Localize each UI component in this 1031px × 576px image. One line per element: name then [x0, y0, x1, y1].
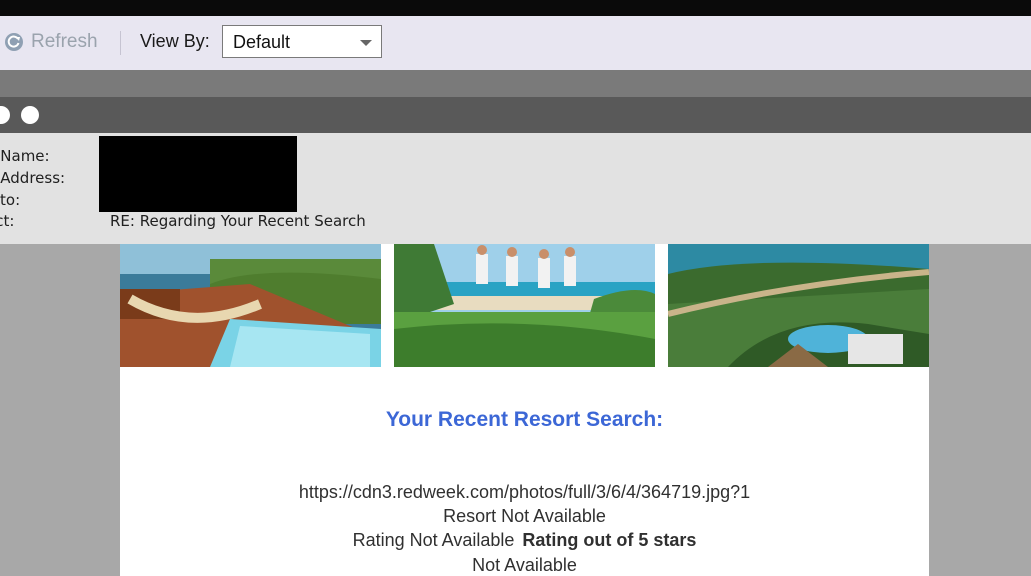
image-url-text: https://cdn3.redweek.com/photos/full/3/6…: [298, 482, 751, 502]
redaction-box: [99, 136, 297, 212]
refresh-icon: [5, 33, 23, 51]
chevron-down-icon: [360, 40, 372, 46]
window-dot-icon[interactable]: [21, 106, 39, 124]
message-titlebar: [0, 97, 1031, 133]
from-address-label: n Address:: [0, 169, 66, 187]
subject-label: ect:: [0, 212, 15, 230]
resort-text: Resort Not Available: [443, 506, 606, 526]
gray-band: [0, 70, 1031, 97]
subject-value: RE: Regarding Your Recent Search: [110, 212, 366, 230]
refresh-label: Refresh: [31, 31, 98, 52]
refresh-button[interactable]: Refresh: [4, 31, 98, 53]
search-heading: Your Recent Resort Search:: [385, 408, 664, 431]
from-name-label: n Name:: [0, 147, 50, 165]
rating-bold-text: Rating out of 5 stars: [522, 530, 697, 550]
view-by-label: View By:: [140, 31, 210, 51]
reply-to-label: y-to:: [0, 191, 21, 209]
view-by-value: Default: [233, 32, 291, 52]
email-body: Your Recent Resort Search: https://cdn3.…: [120, 244, 929, 576]
rating-line: Rating Not Available Rating out of 5 star…: [120, 530, 929, 551]
rating-text: Rating Not Available: [352, 530, 515, 550]
toolbar-divider: [120, 31, 121, 55]
resort-photo-beach: [394, 244, 655, 367]
resort-photo-balcony: [120, 244, 381, 367]
resort-photo-aerial: [668, 244, 929, 367]
availability-text: Not Available: [472, 555, 577, 575]
view-by-select[interactable]: Default: [222, 25, 382, 58]
top-black-bar: [0, 0, 1031, 16]
